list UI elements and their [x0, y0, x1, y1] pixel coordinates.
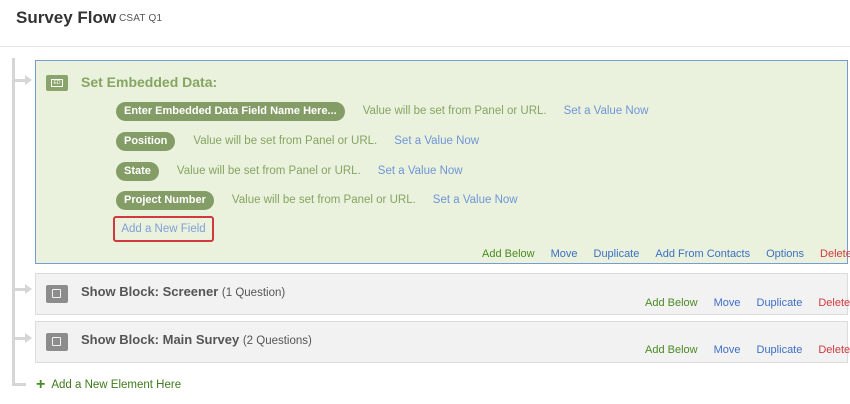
- field-name-pill[interactable]: State: [116, 161, 159, 181]
- question-count: (1 Question): [221, 287, 286, 299]
- embedded-field-row: Position Value will be set from Panel or…: [116, 131, 479, 151]
- flow-arrow-icon: [15, 75, 32, 85]
- delete-link[interactable]: Delete: [818, 297, 850, 309]
- move-link[interactable]: Move: [551, 248, 578, 260]
- field-value-text: Value will be set from Panel or URL.: [176, 165, 361, 177]
- field-name-pill[interactable]: Project Number: [116, 190, 214, 210]
- embedded-field-row: Enter Embedded Data Field Name Here... V…: [116, 101, 648, 121]
- page-title: Survey Flow: [16, 8, 117, 27]
- embedded-data-element[interactable]: ED Set Embedded Data: Enter Embedded Dat…: [35, 60, 850, 264]
- field-value-text: Value will be set from Panel or URL.: [362, 105, 547, 117]
- flow-arrow-icon: [15, 284, 32, 294]
- field-value-text: Value will be set from Panel or URL.: [231, 194, 416, 206]
- duplicate-link[interactable]: Duplicate: [757, 344, 803, 356]
- duplicate-link[interactable]: Duplicate: [757, 297, 803, 309]
- embedded-data-title: Set Embedded Data:: [81, 74, 218, 90]
- flow-arrow-icon: [15, 333, 32, 343]
- block-title: Show Block: Screener (1 Question): [81, 284, 286, 299]
- show-block-element[interactable]: Show Block: Screener (1 Question) Add Be…: [35, 273, 850, 315]
- add-new-element-label: Add a New Element Here: [51, 379, 182, 391]
- add-below-link[interactable]: Add Below: [645, 344, 698, 356]
- set-value-link[interactable]: Set a Value Now: [394, 135, 479, 147]
- element-actions: Add Below Move Duplicate Delete: [645, 297, 850, 309]
- move-link[interactable]: Move: [714, 297, 741, 309]
- move-link[interactable]: Move: [714, 344, 741, 356]
- add-new-element-link[interactable]: + Add a New Element Here: [36, 376, 182, 393]
- delete-link[interactable]: Delete: [818, 344, 850, 356]
- options-link[interactable]: Options: [766, 248, 804, 260]
- add-new-field-button[interactable]: Add a New Field: [113, 216, 214, 242]
- duplicate-link[interactable]: Duplicate: [594, 248, 640, 260]
- embedded-field-row: State Value will be set from Panel or UR…: [116, 161, 463, 181]
- survey-name: CSAT Q1: [119, 13, 163, 24]
- element-actions: Add Below Move Duplicate Add From Contac…: [482, 248, 850, 260]
- block-title: Show Block: Main Survey (2 Questions): [81, 332, 312, 347]
- add-below-link[interactable]: Add Below: [645, 297, 698, 309]
- block-cube-icon: [46, 333, 68, 351]
- question-count: (2 Questions): [242, 335, 312, 347]
- field-name-pill[interactable]: Position: [116, 131, 176, 151]
- embedded-field-row: Project Number Value will be set from Pa…: [116, 190, 518, 210]
- header-divider: [0, 46, 850, 47]
- element-actions: Add Below Move Duplicate Delete: [645, 344, 850, 356]
- field-value-text: Value will be set from Panel or URL.: [193, 135, 378, 147]
- page-header: Survey Flow CSAT Q1: [0, 0, 850, 38]
- add-below-link[interactable]: Add Below: [482, 248, 535, 260]
- field-name-pill[interactable]: Enter Embedded Data Field Name Here...: [116, 101, 345, 121]
- set-value-link[interactable]: Set a Value Now: [433, 194, 518, 206]
- set-value-link[interactable]: Set a Value Now: [378, 165, 463, 177]
- set-value-link[interactable]: Set a Value Now: [564, 105, 649, 117]
- plus-icon: +: [36, 376, 46, 393]
- show-block-element[interactable]: Show Block: Main Survey (2 Questions) Ad…: [35, 321, 850, 363]
- add-from-contacts-link[interactable]: Add From Contacts: [655, 248, 750, 260]
- embedded-data-icon: ED: [46, 75, 68, 91]
- flow-connector-end: [12, 383, 26, 386]
- delete-link[interactable]: Delete: [820, 248, 850, 260]
- block-cube-icon: [46, 285, 68, 303]
